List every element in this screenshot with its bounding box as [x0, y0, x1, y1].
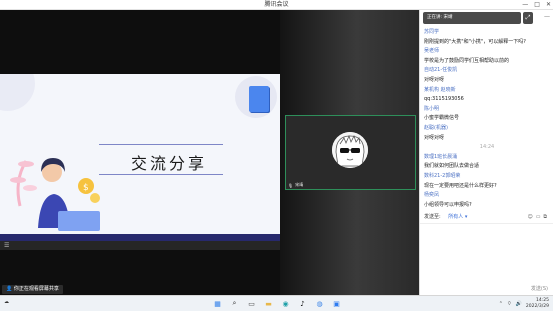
- screenshot-icon[interactable]: ⧉: [543, 214, 550, 220]
- task-view-icon[interactable]: ▭: [246, 298, 257, 309]
- decor-circle: [0, 74, 35, 111]
- close-button[interactable]: ✕: [546, 0, 551, 10]
- participant-name: 宋靖: [295, 182, 304, 187]
- chat-sender: 某机构 赵晓新: [424, 86, 456, 93]
- maximize-button[interactable]: □: [534, 0, 540, 10]
- chat-message: 我们就如何团队去做合适: [424, 163, 480, 170]
- taskbar: ☁ ▦ ⌕ ▭ ▬ ◉ ♪ ◍ ▣ ⌃ ⌔ 🔊 14:25 2022/3/29: [0, 295, 553, 311]
- participant-avatar: [332, 132, 368, 168]
- screen-share-indicator[interactable]: 👤 你正在观看屏幕共享: [2, 285, 63, 294]
- chat-message: 小蜜学霸微信号: [424, 115, 460, 122]
- file-explorer-icon[interactable]: ▬: [263, 298, 274, 309]
- chat-message: 刚刚提到的"大携"和"小携"，可以解释一下吗?: [424, 38, 526, 45]
- shared-slide: 交流分享 $: [0, 74, 280, 241]
- menu-icon[interactable]: ☰: [4, 243, 9, 249]
- slide-divider-top: [99, 144, 223, 145]
- person-icon: 👤: [6, 286, 13, 292]
- slide-title: 交流分享: [130, 154, 207, 173]
- chat-sender: 赵聪(机器): [424, 124, 448, 131]
- send-to-label: 发送至:: [424, 214, 441, 220]
- send-button[interactable]: 发送(S): [531, 285, 548, 292]
- screen-share-text: 你正在观看屏幕共享: [13, 286, 59, 292]
- clock-date: 2022/3/29: [525, 303, 549, 309]
- tencent-meeting-icon[interactable]: ▣: [331, 298, 342, 309]
- slide-divider-bottom: [99, 174, 223, 175]
- taskbar-apps: ▦ ⌕ ▭ ▬ ◉ ♪ ◍ ▣: [212, 298, 342, 309]
- minimize-button[interactable]: —: [522, 0, 528, 10]
- chat-message: 对呀对呀: [424, 134, 445, 141]
- window-controls: — □ ✕: [522, 0, 551, 10]
- edge-icon[interactable]: ◉: [280, 298, 291, 309]
- speaking-indicator: 正在讲: 宋靖: [423, 12, 521, 24]
- emoji-icon[interactable]: ☺: [527, 214, 535, 220]
- system-tray: ⌃ ⌔ 🔊 14:25 2022/3/29: [499, 298, 549, 309]
- search-icon[interactable]: ⌕: [229, 298, 240, 309]
- chat-input[interactable]: [420, 223, 553, 289]
- participant-name-label: 🎙 宋靖: [288, 182, 303, 188]
- chat-sender: 数科21-2郭昭荣: [424, 172, 461, 179]
- chat-sender: 自动21-任俊凯: [424, 67, 458, 74]
- chat-sender: 陈小明: [424, 105, 440, 112]
- title-bar: 腾讯会议 — □ ✕: [0, 0, 553, 10]
- network-icon[interactable]: ⌔: [507, 301, 512, 307]
- chat-sender: 苏同学: [424, 29, 440, 35]
- person-with-laptop-illustration: $: [10, 158, 100, 231]
- windows-start-icon[interactable]: ▦: [212, 298, 223, 309]
- microphone-icon: 🎙: [288, 182, 294, 188]
- participant-video-tile[interactable]: 🎙 宋靖: [285, 115, 416, 190]
- chat-message: 现在一定要用吧还是什么样更好?: [424, 182, 497, 189]
- sticky-note-illustration: [249, 86, 269, 112]
- shared-screen-stage: 交流分享 $ ☰ 🎙 宋靖: [0, 10, 419, 295]
- volume-icon[interactable]: 🔊: [516, 301, 522, 307]
- chat-panel: 正在讲: 宋靖 ⤢ — 苏同学刚刚提到的"大携"和"小携"，可以解释一下吗? 吴老…: [419, 10, 553, 295]
- chat-sender: 杨奕凤: [424, 192, 440, 199]
- app-blue-icon[interactable]: ◍: [314, 298, 325, 309]
- slide-footer-bar: [0, 234, 280, 241]
- chat-sender: 数理1班长晨涌: [424, 153, 458, 160]
- status-bar: 👤 你正在观看屏幕共享: [0, 284, 419, 295]
- chat-message: 小组领导可以申报吗?: [424, 201, 472, 208]
- chevron-up-icon[interactable]: ⌃: [499, 301, 503, 307]
- window-title: 腾讯会议: [264, 1, 289, 8]
- svg-text:$: $: [83, 183, 89, 193]
- cloud-icon: ☁: [4, 299, 9, 305]
- send-to-bar: 发送至: 所有人 ▾ ☺▭⧉: [424, 212, 550, 222]
- chat-sender: 吴老师: [424, 48, 440, 55]
- chat-message-list: 苏同学刚刚提到的"大携"和"小携"，可以解释一下吗? 吴老师学校是为了鼓励同学们互…: [424, 28, 550, 210]
- clock[interactable]: 14:25 2022/3/29: [526, 298, 549, 309]
- expand-icon[interactable]: ⤢: [523, 12, 533, 24]
- chat-message: 对呀对呀: [424, 76, 445, 83]
- close-panel-icon[interactable]: —: [544, 13, 550, 20]
- stage-bottom-bar: ☰: [0, 241, 280, 250]
- chat-message: 学校是为了鼓励同学们互相帮助以前的: [424, 57, 510, 64]
- chat-message: qq:3115193056: [424, 96, 464, 103]
- sunglasses-avatar-icon: [332, 132, 368, 168]
- recipient-select[interactable]: 所有人 ▾: [448, 214, 467, 220]
- weather-widget[interactable]: ☁: [4, 299, 9, 305]
- chat-timestamp: 14:24: [479, 144, 495, 151]
- tiktok-icon[interactable]: ♪: [297, 298, 308, 309]
- chat-tools: ☺▭⧉: [527, 212, 550, 222]
